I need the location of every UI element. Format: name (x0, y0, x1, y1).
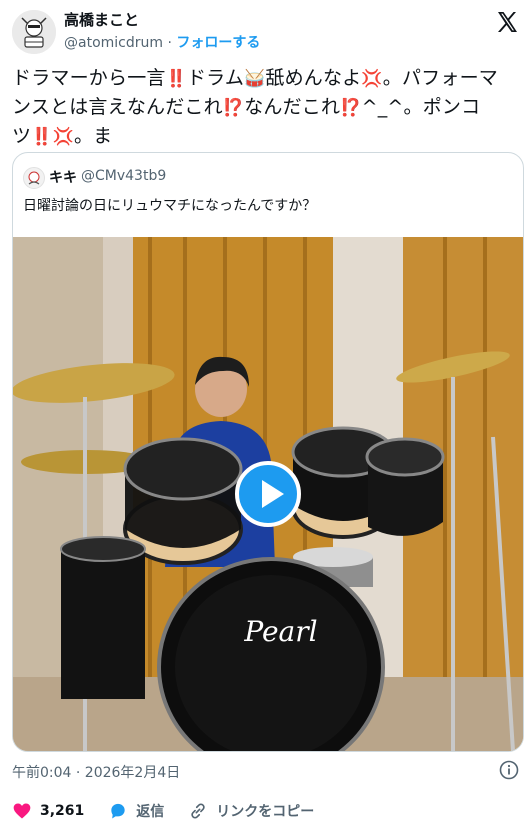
author-handle-line: @atomicdrum · フォローする (64, 32, 260, 52)
drum-emoji: 🥁 (244, 69, 266, 89)
reply-button[interactable]: 返信 (108, 801, 164, 821)
double-exclamation-emoji: ‼️ (31, 127, 53, 147)
quoted-avatar-icon (28, 171, 40, 185)
avatar-drummer-icon (12, 10, 56, 54)
tweet-segment: 舐めんなよ (265, 67, 362, 89)
tweet-text: ドラマーから一言‼️ドラム🥁舐めんなよ💢。パフォーマンスとは言えなんだこれ⁉️な… (12, 64, 517, 151)
tweet-segment: なんだこれ (244, 96, 341, 118)
info-icon[interactable] (499, 760, 519, 780)
anger-emoji: 💢 (52, 127, 74, 147)
copy-link-label: リンクをコピー (216, 804, 315, 820)
quoted-author-avatar[interactable] (23, 167, 45, 189)
copy-link-button[interactable]: リンクをコピー (188, 801, 314, 821)
like-count: 3,261 (40, 803, 85, 819)
tweet-segment: ドラマーから一言 (12, 67, 166, 89)
like-button[interactable]: 3,261 (12, 801, 84, 821)
author-name[interactable]: 高橋まこと (64, 9, 139, 30)
reply-label: 返信 (136, 804, 165, 820)
reply-icon (111, 803, 125, 819)
tweet-segment: ドラム (186, 67, 245, 89)
quoted-tweet[interactable]: キキ @CMv43tb9 日曜討論の日にリュウマチになったんですか？ Pearl (12, 152, 524, 752)
author-handle[interactable]: @atomicdrum (64, 35, 163, 51)
follow-button[interactable]: フォローする (176, 35, 260, 51)
video-thumbnail[interactable]: Pearl (13, 237, 523, 751)
quoted-tweet-text: 日曜討論の日にリュウマチになったんですか？ (23, 198, 317, 214)
play-icon[interactable] (235, 461, 301, 527)
anger-emoji: 💢 (361, 69, 383, 89)
quoted-author-handle[interactable]: @CMv43tb9 (81, 168, 166, 184)
drum-brand-label: Pearl (243, 615, 317, 648)
quoted-author-name[interactable]: キキ (49, 167, 77, 187)
tweet-actions: 3,261 返信 リンクをコピー (12, 800, 338, 822)
author-avatar[interactable] (12, 10, 56, 54)
double-exclamation-emoji: ‼️ (165, 69, 187, 89)
tweet-segment: 。ま (73, 125, 113, 147)
heart-icon (13, 803, 31, 819)
separator-dot: · (167, 35, 172, 51)
tweet-timestamp[interactable]: 午前0:04 · 2026年2月4日 (12, 762, 180, 782)
interrobang-emoji: ⁉️ (340, 98, 362, 118)
link-icon (191, 803, 205, 819)
x-logo-icon[interactable] (495, 10, 519, 34)
interrobang-emoji: ⁉️ (222, 98, 245, 118)
